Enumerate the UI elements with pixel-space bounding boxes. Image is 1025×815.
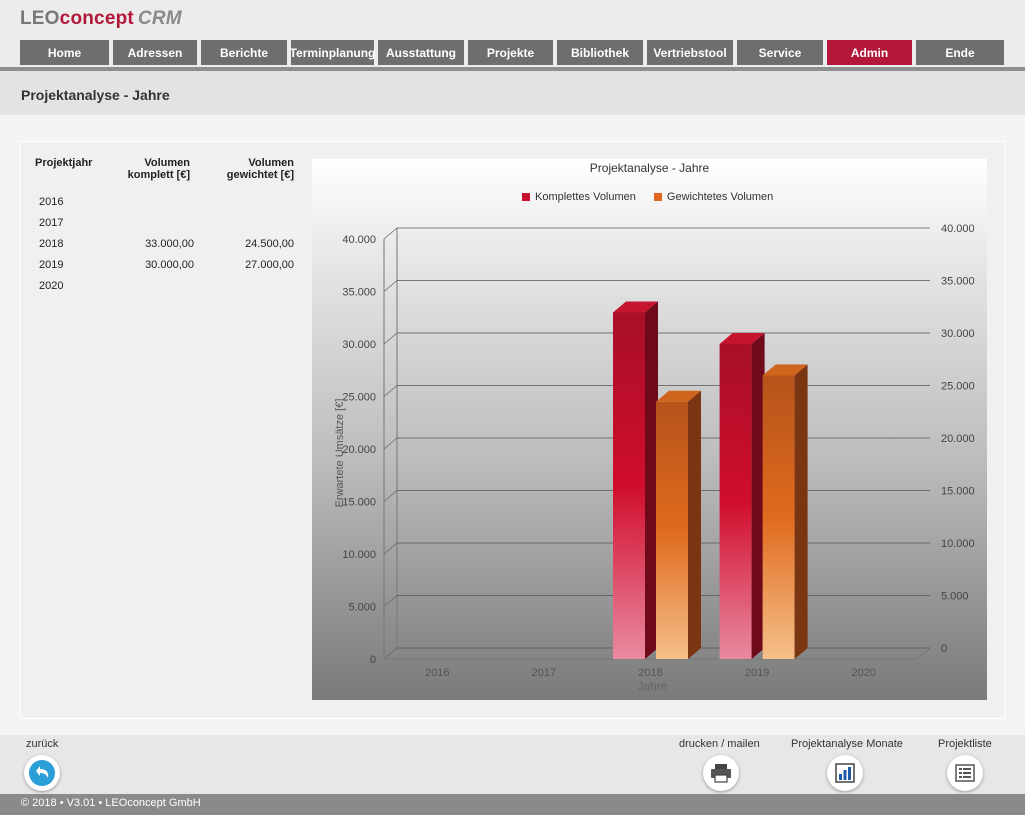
title-bar: Projektanalyse - Jahre bbox=[0, 71, 1025, 115]
col-header-gewichtet: Volumen gewichtet [€] bbox=[226, 157, 294, 181]
table-row: 2017 bbox=[39, 217, 64, 229]
x-tick-label: 2017 bbox=[532, 667, 556, 679]
bar-front bbox=[613, 312, 645, 659]
months-label: Projektanalyse Monate bbox=[791, 738, 903, 750]
top-bar: LEOconcept CRM Home Adressen Berichte Ter… bbox=[0, 0, 1025, 70]
y2-tick-label: 40.000 bbox=[941, 223, 975, 235]
list-icon bbox=[955, 764, 975, 782]
chart-legend: Komplettes Volumen Gewichtetes Volumen bbox=[522, 191, 773, 203]
nav-ende[interactable]: Ende bbox=[916, 40, 1004, 65]
back-button[interactable] bbox=[24, 755, 60, 791]
nav-projekte[interactable]: Projekte bbox=[468, 40, 553, 65]
gridline-side bbox=[383, 437, 398, 450]
legend-item-komplett: Komplettes Volumen bbox=[522, 191, 636, 203]
floor-edge bbox=[916, 647, 931, 660]
legend-swatch-red bbox=[522, 193, 530, 201]
x-tick-label: 2018 bbox=[638, 667, 662, 679]
nav-adressen[interactable]: Adressen bbox=[113, 40, 197, 65]
print-label: drucken / mailen bbox=[679, 738, 760, 750]
content-area: Projektjahr Volumen komplett [€] Volumen… bbox=[0, 115, 1025, 735]
bar-side bbox=[688, 390, 701, 659]
y-tick-label: 30.000 bbox=[342, 339, 376, 351]
printer-icon bbox=[711, 764, 731, 783]
bar-front bbox=[762, 375, 795, 659]
gridline-side bbox=[383, 647, 398, 660]
back-arrow-icon bbox=[29, 760, 55, 786]
y2-tick-label: 0 bbox=[941, 643, 947, 655]
page-title: Projektanalyse - Jahre bbox=[21, 87, 170, 103]
y-tick-label: 15.000 bbox=[342, 497, 376, 509]
table-row: 2018 33.000,00 24.500,00 bbox=[39, 238, 294, 250]
y2-tick-label: 5.000 bbox=[941, 591, 969, 603]
nav-home[interactable]: Home bbox=[20, 40, 109, 65]
nav-vertriebstool[interactable]: Vertriebstool bbox=[647, 40, 733, 65]
y-tick-label: 5.000 bbox=[348, 602, 376, 614]
y-tick-label: 25.000 bbox=[342, 392, 376, 404]
bar-chart: 0 5.000 10.000 15.000 20.000 25.000 30.000 35.0… bbox=[312, 159, 987, 700]
bar-side bbox=[794, 364, 808, 659]
project-list-button[interactable] bbox=[947, 755, 983, 791]
chart-title: Projektanalyse - Jahre bbox=[589, 161, 710, 175]
x-tick-label: 2020 bbox=[851, 667, 875, 679]
x-tick-label: 2019 bbox=[745, 667, 769, 679]
y-axis-title: Erwartete Umsätze [€] bbox=[334, 398, 346, 508]
nav-terminplanung[interactable]: Terminplanung bbox=[290, 40, 375, 65]
table-row: 2016 bbox=[39, 196, 64, 208]
table-row: 2019 30.000,00 27.000,00 bbox=[39, 259, 294, 271]
col-header-year: Projektjahr bbox=[35, 157, 93, 169]
gridline-side bbox=[383, 227, 398, 240]
gridline-side bbox=[383, 542, 398, 555]
nav-ausstattung[interactable]: Ausstattung bbox=[378, 40, 464, 65]
gridline-side bbox=[383, 490, 398, 502]
print-button[interactable] bbox=[703, 755, 739, 791]
nav-service[interactable]: Service bbox=[737, 40, 823, 65]
y2-tick-label: 20.000 bbox=[941, 433, 975, 445]
y2-tick-label: 10.000 bbox=[941, 538, 975, 550]
nav-berichte[interactable]: Berichte bbox=[201, 40, 287, 65]
y-tick-label: 20.000 bbox=[342, 444, 376, 456]
x-axis-title: Jahre bbox=[637, 679, 668, 693]
main-nav: Home Adressen Berichte Terminplanung Aus… bbox=[20, 40, 1004, 65]
y-tick-label: 10.000 bbox=[342, 549, 376, 561]
table-row: 2020 bbox=[39, 280, 64, 292]
x-tick-label: 2016 bbox=[425, 667, 449, 679]
y2-tick-label: 15.000 bbox=[941, 486, 975, 498]
gridline-side bbox=[383, 385, 398, 397]
analysis-panel: Projektjahr Volumen komplett [€] Volumen… bbox=[20, 141, 1005, 719]
chart-canvas: 0 5.000 10.000 15.000 20.000 25.000 30.000 35.0… bbox=[342, 223, 975, 679]
app-logo: LEOconcept CRM bbox=[20, 8, 182, 29]
y-tick-label: 40.000 bbox=[342, 234, 376, 246]
copyright-bar: © 2018 • V3.01 • LEOconcept GmbH bbox=[0, 794, 1025, 815]
y2-tick-label: 25.000 bbox=[941, 381, 975, 393]
list-label: Projektliste bbox=[938, 738, 992, 750]
months-analysis-button[interactable] bbox=[827, 755, 863, 791]
gridline-side bbox=[383, 595, 398, 607]
col-header-komplett: Volumen komplett [€] bbox=[127, 157, 190, 181]
legend-item-gewichtet: Gewichtetes Volumen bbox=[653, 191, 773, 203]
y-tick-label: 35.000 bbox=[342, 287, 376, 299]
y-tick-label: 0 bbox=[370, 654, 376, 666]
nav-admin[interactable]: Admin bbox=[827, 40, 912, 65]
gridline-side bbox=[383, 332, 398, 345]
nav-bibliothek[interactable]: Bibliothek bbox=[557, 40, 643, 65]
back-label: zurück bbox=[26, 738, 59, 750]
bar-front bbox=[656, 401, 688, 659]
y2-tick-label: 35.000 bbox=[941, 276, 975, 288]
legend-swatch-orange bbox=[653, 193, 662, 201]
bar-front bbox=[719, 344, 752, 659]
gridline-side bbox=[383, 280, 398, 292]
y2-tick-label: 30.000 bbox=[941, 328, 975, 340]
bar-chart-icon bbox=[835, 763, 855, 783]
